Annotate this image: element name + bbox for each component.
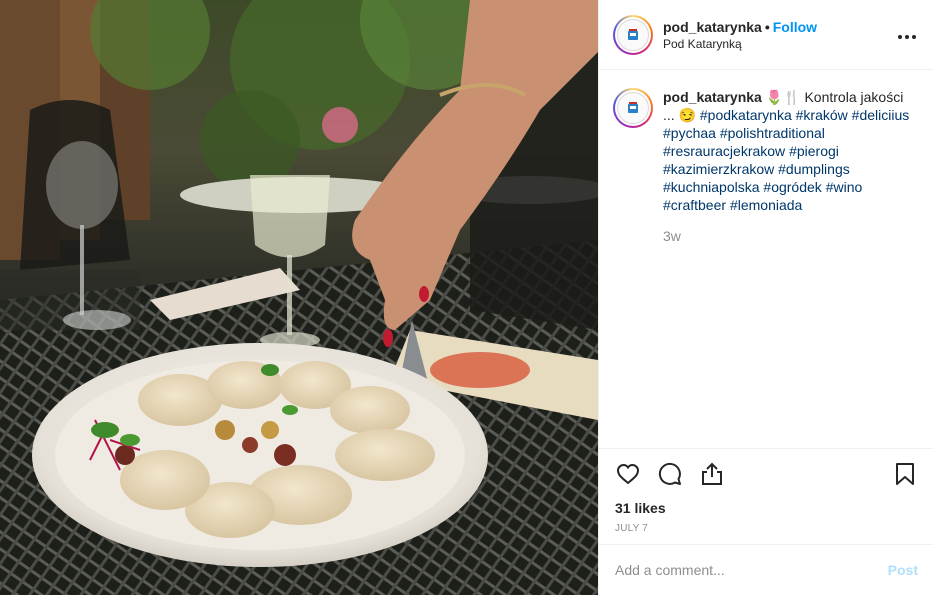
comment-form: Post [599,544,933,595]
post-age[interactable]: 3w [663,227,918,245]
hashtag-link[interactable]: #lemoniada [730,197,802,213]
dumplings-photo [0,0,598,595]
username-link[interactable]: pod_katarynka [663,19,762,35]
hashtag-link[interactable]: #pychaa [663,125,716,141]
caption-username[interactable]: pod_katarynka [663,89,762,105]
hashtag-link[interactable]: #wino [826,179,863,195]
hashtag-link[interactable]: #pierogi [789,143,839,159]
post-photo[interactable] [0,0,598,595]
location-link[interactable]: Pod Katarynką [663,36,897,52]
bookmark-icon[interactable] [892,461,918,487]
hashtag-link[interactable]: #kazimierzkrakow [663,161,774,177]
hashtag-link[interactable]: #resrauracjekrakow [663,143,785,159]
post-sidebar: pod_katarynka • Follow Pod Katarynką pod… [598,0,933,595]
hashtag-link[interactable]: #craftbeer [663,197,726,213]
hashtag-list: #podkatarynka #kraków #deliciius #pychaa… [663,107,909,213]
comment-input[interactable] [615,562,888,578]
instagram-post: pod_katarynka • Follow Pod Katarynką pod… [0,0,933,595]
hashtag-link[interactable]: #ogródek [763,179,821,195]
hashtag-link[interactable]: #dumplings [778,161,850,177]
caption-avatar[interactable] [613,88,653,128]
action-bar: 31 likes JULY 7 [599,448,933,544]
more-icon[interactable] [897,29,917,40]
restaurant-logo [617,18,649,51]
post-date: JULY 7 [615,523,649,534]
hashtag-link[interactable]: #podkatarynka [700,107,792,123]
caption-text: pod_katarynka 🌷🍴 Kontrola jakości ... 😏 … [663,88,918,214]
separator-dot: • [764,18,770,35]
restaurant-logo [617,92,649,124]
post-header: pod_katarynka • Follow Pod Katarynką [599,0,933,70]
caption: pod_katarynka 🌷🍴 Kontrola jakości ... 😏 … [599,70,933,448]
heart-icon[interactable] [615,461,641,487]
follow-button[interactable]: Follow [773,19,817,35]
hashtag-link[interactable]: #polishtraditional [720,125,825,141]
hashtag-link[interactable]: #kuchniapolska [663,179,760,195]
hashtag-link[interactable]: #kraków [796,107,848,123]
post-button[interactable]: Post [888,562,918,578]
avatar[interactable] [613,14,653,55]
share-icon[interactable] [699,461,725,487]
hashtag-link[interactable]: #deliciius [852,107,910,123]
likes-count[interactable]: 31 likes [615,499,918,517]
comment-icon[interactable] [657,461,683,487]
